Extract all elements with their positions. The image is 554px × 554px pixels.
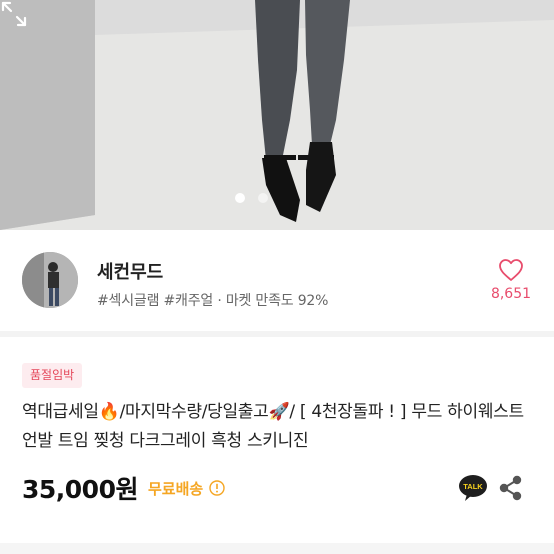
talk-label: TALK: [463, 482, 483, 491]
shipping-label: 무료배송: [147, 479, 204, 498]
avatar-image: [22, 252, 78, 308]
kakao-talk-icon[interactable]: TALK: [458, 474, 488, 502]
product-price: 35,000원: [22, 475, 138, 504]
product-title: 역대급세일🔥/마지막수량/당일출고🚀/ [ 4천장돌파 ! ] 무드 하이웨스트…: [22, 402, 524, 451]
pagination-dot[interactable]: [258, 193, 268, 203]
seller-tags: #섹시글램 #캐주얼 · 마켓 만족도 92%: [97, 293, 329, 309]
seller-avatar[interactable]: [22, 252, 78, 308]
status-badge: 품절임박: [22, 363, 83, 388]
like-button[interactable]: 8,651: [484, 258, 538, 302]
share-icon[interactable]: [498, 475, 524, 501]
gallery-pagination: [0, 193, 554, 205]
seller-name[interactable]: 세컨무드: [97, 258, 163, 284]
product-image[interactable]: [0, 0, 554, 230]
price-row: 35,000원 무료배송: [22, 470, 225, 506]
expand-icon[interactable]: [0, 0, 28, 28]
heart-icon: [499, 259, 523, 281]
pagination-dot-active[interactable]: [235, 193, 245, 203]
bottom-divider: [0, 543, 554, 554]
section-divider: [0, 331, 554, 337]
like-count: 8,651: [490, 286, 532, 302]
info-icon[interactable]: [209, 480, 225, 496]
